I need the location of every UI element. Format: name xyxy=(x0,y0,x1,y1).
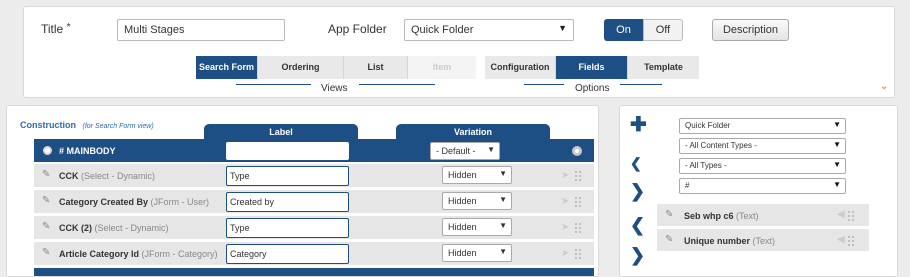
pencil-icon[interactable]: ✎ xyxy=(42,195,50,206)
mainbody-label-input[interactable] xyxy=(226,142,349,160)
position-row xyxy=(34,268,594,276)
table-row[interactable]: ✎ Category Created By (JForm - User) Cre… xyxy=(34,190,594,214)
description-button[interactable]: Description xyxy=(712,19,789,41)
table-row[interactable]: ✎ Article Category Id (JForm - Category)… xyxy=(34,242,594,266)
move-arrow-icon[interactable]: ➤ xyxy=(561,248,569,259)
tab-item[interactable]: Item xyxy=(408,56,476,79)
top-settings-panel: Title * Multi Stages App Folder Quick Fo… xyxy=(23,6,895,98)
mainbody-row[interactable]: # MAINBODY - Default - ▼ xyxy=(34,139,594,163)
chevron-down-icon: ▼ xyxy=(833,140,841,149)
move-arrow-icon[interactable]: ➤ xyxy=(561,170,569,181)
sort-filter-select[interactable]: # ▼ xyxy=(679,178,846,194)
plus-icon[interactable]: ✚ xyxy=(630,115,647,135)
types-filter-select[interactable]: - All Types - ▼ xyxy=(679,158,846,174)
drag-handle-icon[interactable] xyxy=(574,248,582,259)
table-row[interactable]: ✎ CCK (Select - Dynamic) Type Hidden ▼ ➤ xyxy=(34,164,594,188)
list-item[interactable]: ✎ Unique number (Text) ◀ xyxy=(657,229,869,252)
variation-column-header: Variation xyxy=(396,124,550,140)
options-group-label: Options xyxy=(575,83,610,94)
chevron-down-icon: ▼ xyxy=(833,180,841,189)
chevron-left-icon[interactable]: ❮ xyxy=(630,216,645,234)
chevron-down-icon[interactable]: ❯ xyxy=(630,246,645,264)
drag-handle-icon[interactable] xyxy=(574,170,582,181)
content-types-filter-select[interactable]: - All Content Types - ▼ xyxy=(679,138,846,154)
chevron-down-icon: ▼ xyxy=(833,120,841,129)
title-label: Title * xyxy=(41,22,71,36)
field-label-input[interactable]: Type xyxy=(226,166,349,186)
options-divider-right xyxy=(620,84,662,85)
chevron-down-icon: ▼ xyxy=(499,195,507,204)
on-button[interactable]: On xyxy=(604,19,643,41)
mainbody-variation-select[interactable]: - Default - ▼ xyxy=(430,142,500,160)
field-label-input[interactable]: Type xyxy=(226,218,349,238)
label-column-header: Label xyxy=(204,124,358,140)
field-name: CCK (Select - Dynamic) xyxy=(59,171,156,181)
tab-list[interactable]: List xyxy=(344,56,408,79)
title-input[interactable]: Multi Stages xyxy=(117,19,285,41)
app-folder-select[interactable]: Quick Folder ▼ xyxy=(404,19,574,41)
chevron-down-icon: ▼ xyxy=(487,145,495,154)
field-variation-select[interactable]: Hidden ▼ xyxy=(442,244,512,262)
tab-ordering[interactable]: Ordering xyxy=(258,56,344,79)
pencil-icon[interactable]: ✎ xyxy=(42,169,50,180)
field-variation-select[interactable]: Hidden ▼ xyxy=(442,218,512,236)
field-name: CCK (2) (Select - Dynamic) xyxy=(59,223,169,233)
move-left-arrow-icon[interactable]: ◀ xyxy=(837,209,845,220)
field-variation-select[interactable]: Hidden ▼ xyxy=(442,192,512,210)
tab-configuration[interactable]: Configuration xyxy=(485,56,556,79)
pencil-icon[interactable]: ✎ xyxy=(42,247,50,258)
pencil-icon[interactable]: ✎ xyxy=(42,221,50,232)
mainbody-row-name: # MAINBODY xyxy=(59,146,116,156)
drag-handle-icon[interactable] xyxy=(847,210,855,221)
table-row[interactable]: ✎ CCK (2) (Select - Dynamic) Type Hidden… xyxy=(34,216,594,240)
tab-fields[interactable]: Fields xyxy=(556,56,628,79)
off-button[interactable]: Off xyxy=(643,19,683,41)
field-variation-select[interactable]: Hidden ▼ xyxy=(442,166,512,184)
app-folder-label: App Folder xyxy=(328,22,387,36)
move-arrow-icon[interactable]: ➤ xyxy=(561,222,569,233)
field-label-input[interactable]: Created by xyxy=(226,192,349,212)
available-field-name: Seb whp c6 (Text) xyxy=(684,211,759,221)
drag-handle-icon[interactable] xyxy=(574,222,582,233)
views-divider-right xyxy=(359,84,435,85)
tab-template[interactable]: Template xyxy=(628,56,699,79)
chevron-down-icon: ▼ xyxy=(558,23,567,33)
drag-handle-icon[interactable] xyxy=(574,196,582,207)
move-left-arrow-icon[interactable]: ◀ xyxy=(837,234,845,245)
collapse-toggle-icon[interactable]: ⌄ xyxy=(880,81,888,92)
field-name: Article Category Id (JForm - Category) xyxy=(59,249,218,259)
chevron-right-icon[interactable]: ❯ xyxy=(630,182,645,200)
chevron-down-icon: ▼ xyxy=(833,160,841,169)
list-item[interactable]: ✎ Seb whp c6 (Text) ◀ xyxy=(657,204,869,227)
views-divider-left xyxy=(236,84,311,85)
available-fields-panel: ✚ ❮ ❯ ❮ ❯ Quick Folder ▼ - All Content Ty… xyxy=(619,105,898,277)
available-field-name: Unique number (Text) xyxy=(684,236,776,246)
construction-title: Construction (for Search Form view) xyxy=(20,120,154,130)
tab-search-form[interactable]: Search Form xyxy=(196,56,258,79)
field-name: Category Created By (JForm - User) xyxy=(59,197,210,207)
pencil-icon[interactable]: ✎ xyxy=(665,209,673,220)
pencil-icon[interactable]: ✎ xyxy=(665,234,673,245)
chevron-down-icon: ▼ xyxy=(499,221,507,230)
chevron-down-icon: ▼ xyxy=(499,169,507,178)
chevron-down-icon: ▼ xyxy=(499,247,507,256)
construction-panel: Construction (for Search Form view) Labe… xyxy=(6,105,599,277)
chevron-up-icon[interactable]: ❮ xyxy=(630,154,642,172)
position-radio-right[interactable] xyxy=(572,146,582,156)
field-label-input[interactable]: Category xyxy=(226,244,349,264)
position-radio[interactable] xyxy=(43,146,52,155)
drag-handle-icon[interactable] xyxy=(847,235,855,246)
options-divider-left xyxy=(524,84,564,85)
folder-filter-select[interactable]: Quick Folder ▼ xyxy=(679,118,846,134)
move-arrow-icon[interactable]: ➤ xyxy=(561,196,569,207)
views-group-label: Views xyxy=(321,83,348,94)
